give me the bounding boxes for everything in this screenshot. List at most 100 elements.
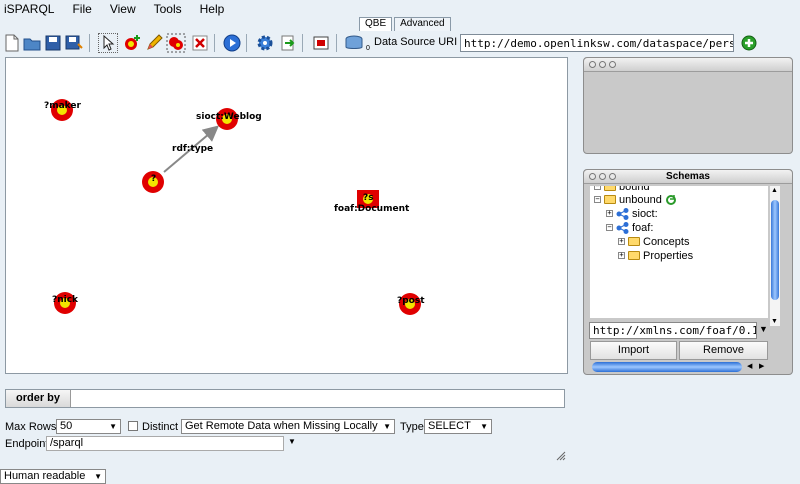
type-label: Type <box>400 421 424 433</box>
save-icon[interactable] <box>43 33 63 53</box>
schema-tree[interactable]: − bound − unbound + sioct: − foaf: + Con… <box>590 186 768 318</box>
remove-button[interactable]: Remove <box>679 341 768 360</box>
collapse-icon[interactable]: − <box>606 224 613 231</box>
node-label-post: ?post <box>397 296 425 306</box>
result-view-select[interactable]: Human readable ▼ <box>0 469 106 484</box>
tree-item-unbound[interactable]: − unbound <box>594 193 677 206</box>
schema-horizontal-scrollbar[interactable] <box>592 362 742 372</box>
select-pointer-icon[interactable] <box>98 33 118 53</box>
data-source-uri-input[interactable]: http://demo.openlinksw.com/dataspace/per… <box>460 34 734 52</box>
tree-item-concepts[interactable]: + Concepts <box>618 235 689 248</box>
graph-edges <box>51 99 421 315</box>
folder-icon <box>604 186 616 191</box>
open-folder-icon[interactable] <box>22 33 42 53</box>
data-source-label: Data Source URI <box>374 36 458 48</box>
max-rows-label: Max Rows <box>5 421 57 433</box>
data-source-count: 0 <box>366 45 370 52</box>
group-nodes-icon[interactable] <box>166 33 186 53</box>
data-source-icon[interactable] <box>344 33 364 53</box>
chevron-down-icon: ▼ <box>383 422 391 431</box>
node-label-weblog: sioct:Weblog <box>196 112 262 122</box>
gear-icon[interactable] <box>255 33 275 53</box>
remote-data-select[interactable]: Get Remote Data when Missing Locally ▼ <box>181 419 395 434</box>
node-label-nick: ?nick <box>52 295 79 305</box>
namespace-icon <box>616 207 629 220</box>
tree-item-foaf[interactable]: − foaf: <box>606 221 653 234</box>
endpoint-value: /sparql <box>50 437 84 449</box>
close-icon[interactable] <box>589 61 596 68</box>
chevron-down-icon[interactable]: ▼ <box>288 437 296 446</box>
tree-item-label: unbound <box>619 193 662 206</box>
node-label-maker: ?maker <box>44 101 81 111</box>
expand-icon[interactable]: + <box>606 210 613 217</box>
scrollbar-thumb[interactable] <box>771 200 779 300</box>
schema-vertical-scrollbar[interactable]: ▲ ▼ <box>770 186 780 326</box>
node-label-s: ?s <box>363 193 374 203</box>
menu-app[interactable]: iSPARQL <box>4 2 54 16</box>
minimize-icon[interactable] <box>599 61 606 68</box>
scroll-right-icon[interactable]: ▶ <box>759 362 764 370</box>
query-type-select[interactable]: SELECT ▼ <box>424 419 492 434</box>
scroll-left-icon[interactable]: ◀ <box>747 362 752 370</box>
folder-icon <box>604 195 616 204</box>
distinct-label: Distinct <box>142 421 179 433</box>
query-type-value: SELECT <box>428 420 471 432</box>
maximize-icon[interactable] <box>609 61 616 68</box>
result-view-value: Human readable <box>4 470 86 482</box>
expand-icon[interactable]: + <box>618 238 625 245</box>
chevron-down-icon[interactable]: ▼ <box>759 324 768 334</box>
collapse-icon[interactable]: − <box>594 196 601 203</box>
collapse-icon[interactable]: − <box>594 186 601 190</box>
edge-label-rdf-type: rdf:type <box>172 144 214 154</box>
tab-qbe[interactable]: QBE <box>359 17 393 31</box>
scroll-down-icon[interactable]: ▼ <box>771 318 778 325</box>
tree-item-properties[interactable]: + Properties <box>618 249 693 262</box>
menu-tools[interactable]: Tools <box>154 2 182 16</box>
tree-item-label: foaf: <box>632 221 654 234</box>
pencil-icon[interactable] <box>144 33 164 53</box>
mode-tabs: QBE Advanced <box>359 17 453 31</box>
menu-help[interactable]: Help <box>200 2 225 16</box>
refresh-icon[interactable] <box>665 194 677 206</box>
remote-data-value: Get Remote Data when Missing Locally <box>185 420 378 432</box>
import-button[interactable]: Import <box>590 341 677 360</box>
tree-item-label: bound <box>619 186 650 193</box>
max-rows-select[interactable]: 50 ▼ <box>56 419 121 434</box>
delete-icon[interactable] <box>190 33 210 53</box>
resize-grip-icon[interactable] <box>556 451 566 461</box>
add-node-icon[interactable] <box>122 33 142 53</box>
toolbar: 0 Data Source URI http://demo.openlinksw… <box>0 31 800 57</box>
tab-advanced[interactable]: Advanced <box>394 17 451 31</box>
tree-item-sioct[interactable]: + sioct: <box>606 207 658 220</box>
expand-icon[interactable]: + <box>618 252 625 259</box>
node-label-subject: ? <box>151 174 157 184</box>
save-as-icon[interactable] <box>64 33 84 53</box>
new-icon[interactable] <box>2 33 22 53</box>
properties-panel-titlebar[interactable] <box>584 58 792 72</box>
node-label-document: foaf:Document <box>334 204 410 214</box>
fullscreen-icon[interactable] <box>311 33 331 53</box>
folder-icon <box>628 251 640 260</box>
toolbar-separator <box>89 34 90 52</box>
schemas-panel-titlebar[interactable]: Schemas <box>584 170 792 184</box>
menu-file[interactable]: File <box>72 2 91 16</box>
order-by-button[interactable]: order by <box>6 390 72 407</box>
run-query-icon[interactable] <box>222 33 242 53</box>
add-source-icon[interactable] <box>739 33 759 53</box>
scroll-up-icon[interactable]: ▲ <box>771 187 778 194</box>
order-by-bar[interactable]: order by <box>5 389 565 408</box>
namespace-input[interactable]: http://xmlns.com/foaf/0.1/ <box>589 322 757 339</box>
schemas-panel-title: Schemas <box>666 171 710 182</box>
chevron-down-icon: ▼ <box>480 422 488 431</box>
query-graph-canvas[interactable]: ?maker sioct:Weblog ? ?s foaf:Document ?… <box>5 57 568 374</box>
toolbar-separator <box>214 34 215 52</box>
tree-item-bound[interactable]: − bound <box>594 186 650 193</box>
folder-icon <box>628 237 640 246</box>
menu-bar: iSPARQL File View Tools Help <box>0 0 800 18</box>
menu-view[interactable]: View <box>110 2 136 16</box>
tree-item-label: Concepts <box>643 235 690 248</box>
max-rows-value: 50 <box>60 420 73 432</box>
export-icon[interactable] <box>278 33 298 53</box>
endpoint-input[interactable]: /sparql <box>46 436 284 451</box>
distinct-checkbox[interactable] <box>128 421 138 431</box>
